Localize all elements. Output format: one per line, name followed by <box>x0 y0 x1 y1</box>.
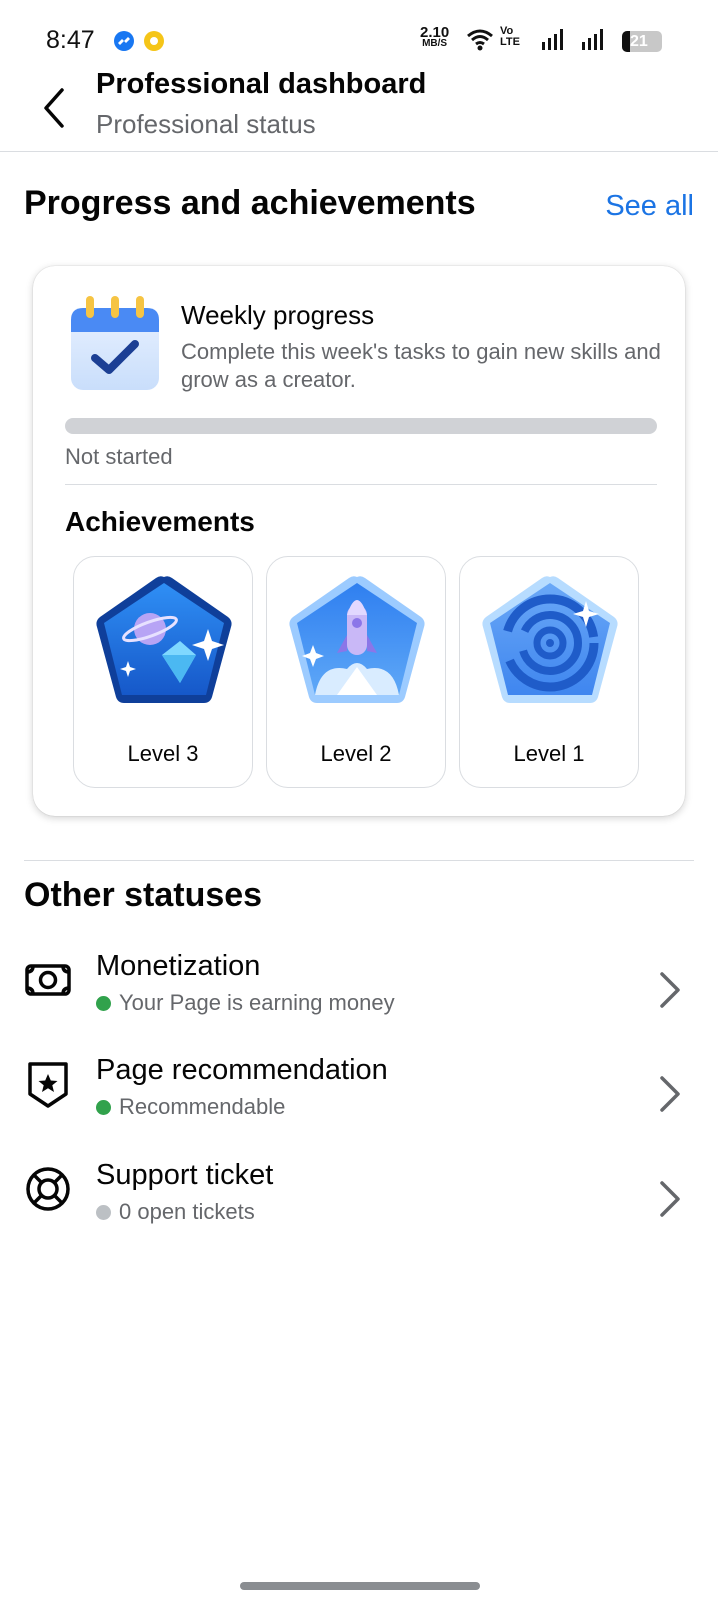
badge-label: Level 3 <box>127 741 199 766</box>
list-item-title: Monetization <box>96 950 261 982</box>
divider <box>24 860 694 861</box>
back-arrow-icon[interactable] <box>38 86 74 130</box>
status-dot <box>96 996 111 1011</box>
rocket-badge-icon <box>289 576 425 703</box>
status-time: 8:47 <box>46 26 95 54</box>
achievement-badges: Level 3 Level 2 Level 1 <box>73 556 653 788</box>
badge-level-1[interactable]: Level 1 <box>459 556 639 788</box>
badge-label: Level 2 <box>320 741 392 766</box>
list-item-title: Page recommendation <box>96 1054 388 1086</box>
planet-diamond-badge-icon <box>96 576 232 703</box>
status-dot <box>96 1100 111 1115</box>
battery-icon: 21 <box>622 31 662 52</box>
see-all-link[interactable]: See all <box>605 190 694 223</box>
lifebuoy-icon <box>24 1165 72 1213</box>
divider <box>65 484 657 485</box>
chevron-right-icon <box>656 968 684 1012</box>
list-item-subtitle: Your Page is earning money <box>96 990 395 1016</box>
section-title-progress: Progress and achievements <box>24 184 476 222</box>
achievements-title: Achievements <box>65 506 255 537</box>
volte-bottom: LTE <box>500 36 520 48</box>
list-item-monetization[interactable]: Monetization Your Page is earning money <box>0 946 718 1050</box>
page-title: Professional dashboard <box>96 68 427 100</box>
calendar-check-icon <box>69 296 161 392</box>
signal-icon <box>582 29 603 50</box>
shield-star-icon <box>24 1060 72 1108</box>
galaxy-badge-icon <box>482 576 618 703</box>
coin-icon <box>144 31 164 51</box>
list-item-support-ticket[interactable]: Support ticket 0 open tickets <box>0 1155 718 1259</box>
list-item-subtitle: Recommendable <box>96 1094 285 1120</box>
network-speed: 2.10 MB/S <box>420 24 450 49</box>
badge-level-3[interactable]: Level 3 <box>73 556 253 788</box>
money-icon <box>24 956 72 1004</box>
messenger-icon <box>114 31 134 51</box>
network-speed-value: 2.10 <box>420 24 450 41</box>
list-item-title: Support ticket <box>96 1159 274 1191</box>
signal-icon <box>542 29 563 50</box>
network-speed-unit: MB/S <box>422 38 448 49</box>
status-dot <box>96 1205 111 1220</box>
weekly-progress-bar <box>65 418 657 434</box>
weekly-progress-status: Not started <box>65 444 173 469</box>
badge-label: Level 1 <box>513 741 585 766</box>
list-item-subtitle-text: Your Page is earning money <box>119 990 395 1015</box>
status-bar: 8:47 2.10 MB/S Vo LTE 21 <box>0 0 718 64</box>
badge-level-2[interactable]: Level 2 <box>266 556 446 788</box>
status-icons <box>467 29 603 51</box>
list-item-subtitle-text: 0 open tickets <box>119 1199 255 1224</box>
list-item-subtitle: 0 open tickets <box>96 1199 255 1225</box>
list-item-subtitle-text: Recommendable <box>119 1094 286 1119</box>
battery-level: 21 <box>630 33 648 50</box>
home-indicator[interactable] <box>240 1582 480 1590</box>
wifi-icon <box>467 29 493 51</box>
weekly-progress-title: Weekly progress <box>181 300 375 330</box>
volte-indicator: Vo LTE <box>500 26 520 48</box>
chevron-right-icon <box>656 1072 684 1116</box>
weekly-progress-description: Complete this week's tasks to gain new s… <box>181 339 661 392</box>
list-item-page-recommendation[interactable]: Page recommendation Recommendable <box>0 1050 718 1154</box>
page-subtitle: Professional status <box>96 109 316 139</box>
header: Professional dashboard Professional stat… <box>0 64 718 152</box>
progress-card[interactable]: Weekly progress Complete this week's tas… <box>33 266 685 816</box>
section-title-other: Other statuses <box>24 876 263 914</box>
chevron-right-icon <box>656 1177 684 1221</box>
